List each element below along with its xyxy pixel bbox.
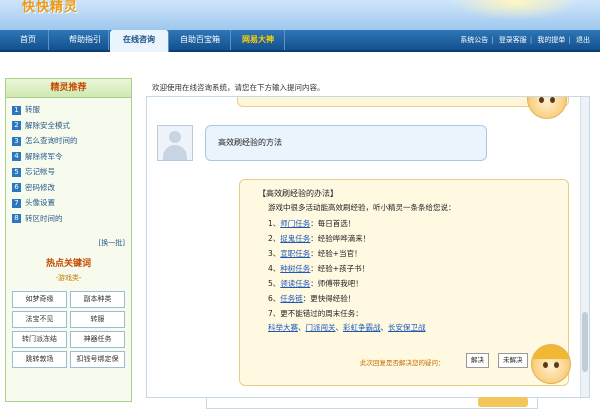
keyword-button[interactable]: 法宝不见 <box>12 311 67 328</box>
welcome-text: 欢迎使用在线咨询系统，请您在下方输入提问内容。 <box>152 83 325 92</box>
nav-right-links: 系统公告 | 登录客服 | 我的提单 | 退出 <box>460 36 590 44</box>
keyword-button[interactable]: 神器任务 <box>70 331 125 348</box>
tab-netease-dashen[interactable]: 网易大神 <box>232 30 285 50</box>
sidebar-title: 精灵推荐 <box>6 79 131 98</box>
user-question-text: 高效刷经验的方法 <box>218 138 282 147</box>
swap-batch-link[interactable]: [换一批] <box>99 238 125 248</box>
recommend-list: 1 转服 2 解除安全模式 3 怎么查询时间的 4 解除将军令 5 忘记帐号 6 密码修改 … <box>12 102 131 226</box>
keyword-button[interactable]: 跳转敦场 <box>12 351 67 368</box>
tab-home[interactable]: 首页 <box>8 30 49 50</box>
chat-area: 高效刷经验的方法 【高效刷经验的办法】 游戏中很多活动能高效刷经验，听小精灵一条… <box>146 96 590 398</box>
answer-line: 1、师门任务：每日首选！ <box>268 219 356 228</box>
site-logo[interactable]: 快快精灵 <box>22 0 78 15</box>
weekend-link[interactable]: 科举大赛 <box>268 323 298 332</box>
sidebar: 精灵推荐 1 转服 2 解除安全模式 3 怎么查询时间的 4 解除将军令 5 忘记帐号 6… <box>5 78 132 402</box>
unsolved-button[interactable]: 未解决 <box>498 353 528 368</box>
keyword-button[interactable]: 转门派冻结 <box>12 331 67 348</box>
bot-answer-bubble: 【高效刷经验的办法】 游戏中很多活动能高效刷经验，听小精灵一条条给您说： 1、师… <box>239 179 569 386</box>
link-login-support[interactable]: 登录客服 <box>499 36 527 44</box>
task-link[interactable]: 捉鬼任务 <box>280 234 310 243</box>
bot-avatar <box>527 97 567 119</box>
weekend-link[interactable]: 门派闯关 <box>306 323 336 332</box>
list-item[interactable]: 3 怎么查询时间的 <box>12 133 131 149</box>
task-link[interactable]: 宣职任务 <box>280 249 310 258</box>
answer-line: 6、任务链：更快得经验！ <box>268 294 356 303</box>
answer-intro: 游戏中很多活动能高效刷经验，听小精灵一条条给您说： <box>268 203 456 212</box>
weekend-links: 科举大赛、门派闯关、彩虹争霸战、长安保卫战 <box>268 323 426 332</box>
answer-line: 4、种树任务：经验+孩子书！ <box>268 264 370 273</box>
answer-line: 5、领读任务：师傅带我吧！ <box>268 279 363 288</box>
keyword-button[interactable]: 扣钱号绑定保 <box>70 351 125 368</box>
tab-help-guide[interactable]: 帮助指引 <box>62 30 109 50</box>
list-item[interactable]: 4 解除将军令 <box>12 149 131 165</box>
keyword-button[interactable]: 如梦奇缘 <box>12 291 67 308</box>
answer-title: 【高效刷经验的办法】 <box>258 189 338 198</box>
bot-avatar <box>531 344 571 384</box>
solved-button[interactable]: 解决 <box>466 353 489 368</box>
chat-scrollbar[interactable] <box>580 97 589 397</box>
tab-self-service[interactable]: 自助百宝箱 <box>170 30 231 50</box>
task-link[interactable]: 领读任务 <box>280 279 310 288</box>
main-panel: 欢迎使用在线咨询系统，请您在下方输入提问内容。 高效刷经验的方法 【高效刷经验的… <box>146 72 590 409</box>
main-nav: 首页 帮助指引 在线咨询 自助百宝箱 网易大神 系统公告 | 登录客服 | 我的提单… <box>0 30 600 52</box>
feedback-prompt: 此次回复是否解决您的疑问： <box>360 359 445 367</box>
send-button[interactable] <box>478 397 528 407</box>
list-item[interactable]: 5 忘记帐号 <box>12 164 131 180</box>
user-question-bubble: 高效刷经验的方法 <box>205 125 487 161</box>
weekend-link[interactable]: 彩虹争霸战 <box>343 323 381 332</box>
tab-online-consult[interactable]: 在线咨询 <box>110 30 169 52</box>
link-my-tickets[interactable]: 我的提单 <box>537 36 565 44</box>
answer-line: 7、更不能错过的周末任务： <box>268 309 363 318</box>
link-announcement[interactable]: 系统公告 <box>460 36 488 44</box>
scrollbar-thumb[interactable] <box>582 312 588 372</box>
list-item[interactable]: 7 头像设置 <box>12 195 131 211</box>
previous-reply-bubble <box>237 97 569 107</box>
hot-keywords-category: -游戏类- <box>55 274 82 282</box>
weekend-link[interactable]: 长安保卫战 <box>388 323 426 332</box>
list-item[interactable]: 2 解除安全模式 <box>12 118 131 134</box>
answer-line: 3、宣职任务：经验+当官！ <box>268 249 362 258</box>
task-link[interactable]: 师门任务 <box>280 219 310 228</box>
answer-line: 2、捉鬼任务：经验哗哗滴来！ <box>268 234 371 243</box>
keyword-button[interactable]: 转服 <box>70 311 125 328</box>
task-link[interactable]: 种树任务 <box>280 264 310 273</box>
list-item[interactable]: 6 密码修改 <box>12 180 131 196</box>
link-logout[interactable]: 退出 <box>576 36 590 44</box>
top-banner: 快快精灵 <box>0 0 600 30</box>
list-item[interactable]: 8 转区时间的 <box>12 211 131 227</box>
list-item[interactable]: 1 转服 <box>12 102 131 118</box>
hot-keywords-title: 热点关键词 <box>45 259 91 269</box>
task-link[interactable]: 任务链 <box>280 294 303 303</box>
user-avatar <box>157 125 193 161</box>
banner-decoration <box>450 0 580 20</box>
keyword-button[interactable]: 副本种类 <box>70 291 125 308</box>
